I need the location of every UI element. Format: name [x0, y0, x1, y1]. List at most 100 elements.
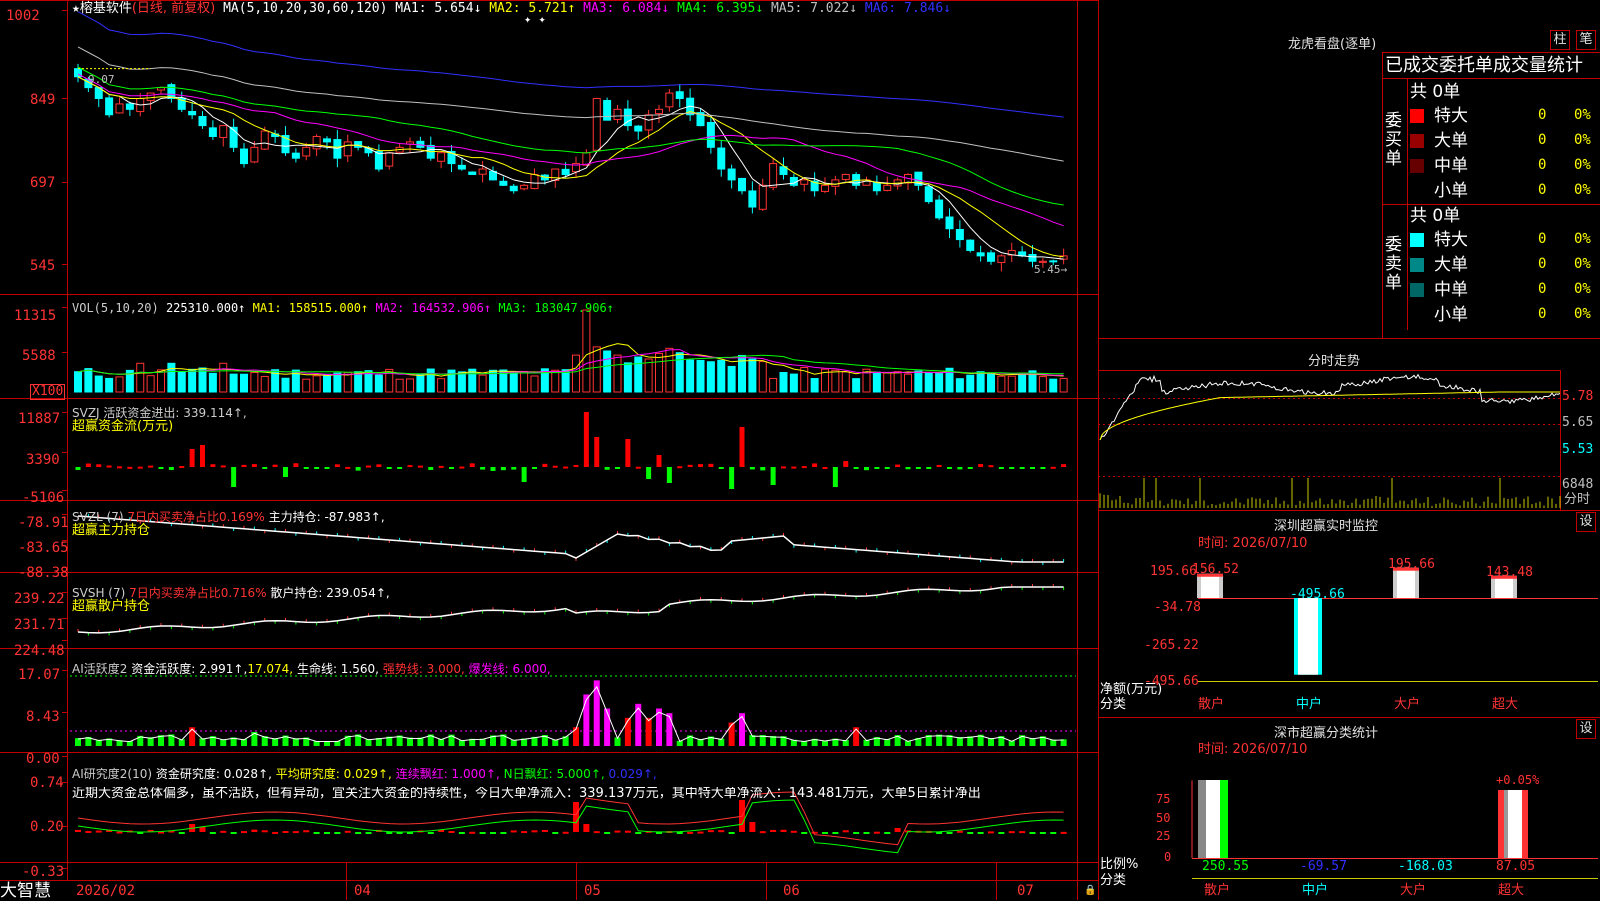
- svzj-bar: [137, 466, 143, 469]
- k-line-chart-canvas[interactable]: [0, 0, 1098, 900]
- volume-bar: [572, 354, 580, 393]
- svzj-bar: [926, 467, 932, 469]
- ai-research-bar: [894, 828, 901, 832]
- buy-side-label: 委买单: [1385, 111, 1402, 169]
- ai1-lifeline: 生命线: 1.560,: [296, 662, 379, 676]
- bar-view-button[interactable]: 柱: [1550, 30, 1570, 50]
- ai-research-bar: [801, 832, 808, 834]
- volume-bar: [94, 375, 103, 393]
- ai-research-bar: [853, 832, 860, 834]
- lock-icon[interactable]: 🔒: [1084, 884, 1096, 898]
- svzj-bar: [376, 464, 382, 467]
- svzj-bar: [635, 466, 641, 469]
- monitor-y-tick: -265.22: [1144, 638, 1199, 653]
- svzj-bar: [656, 455, 662, 467]
- ai-research-bar: [988, 831, 994, 834]
- svzj-bar: [843, 461, 849, 467]
- classify-bar-green: [1220, 780, 1228, 858]
- ma-line: [77, 46, 1064, 162]
- ai-research-bar: [728, 832, 735, 834]
- volume-bar: [997, 375, 1006, 393]
- volume-bar: [457, 371, 466, 393]
- ai-research-bar: [427, 832, 434, 834]
- candle-body: [987, 252, 995, 262]
- ai-activity-bar: [604, 708, 611, 746]
- x-tick: 04: [354, 883, 371, 899]
- order-percent: 0%: [1574, 256, 1591, 272]
- ai-research-bar: [75, 829, 81, 832]
- ai-research-bar: [272, 831, 279, 834]
- ai-activity-bar: [666, 713, 673, 746]
- volume-bar: [644, 358, 653, 393]
- ai2-y-tick: 0.74: [30, 775, 64, 791]
- svzj-y-tick: 3390: [26, 452, 60, 468]
- svzj-y-tick: -5106: [22, 490, 65, 506]
- monitor-settings-button[interactable]: 设: [1576, 512, 1596, 532]
- ai-research-bar: [697, 831, 704, 834]
- svzj-bar: [998, 467, 1004, 469]
- volume-bar: [976, 371, 985, 393]
- classify-category-label: 大户: [1400, 883, 1427, 898]
- x-tick: 07: [1017, 883, 1034, 899]
- monitor-category-label: 超大: [1492, 697, 1519, 712]
- ai-research-bar: [1029, 832, 1036, 834]
- candle-body: [520, 184, 529, 190]
- intraday-tick: 5.65: [1562, 415, 1594, 430]
- monitor-y-tick: 195.66: [1150, 564, 1197, 579]
- candle-body: [748, 190, 757, 208]
- order-size-label: 大单: [1434, 131, 1468, 151]
- volume-bar: [416, 374, 425, 393]
- svzj-bar: [698, 464, 703, 467]
- svzj-bar: [532, 467, 537, 469]
- svzj-bar: [386, 467, 392, 469]
- monitor-title: 深圳超赢实时监控: [1274, 519, 1379, 534]
- svzj-bar: [324, 467, 330, 469]
- candle-body: [955, 228, 964, 241]
- svzj-bar: [469, 463, 475, 467]
- candle-body: [302, 146, 311, 157]
- ai-research-bar: [324, 832, 330, 834]
- ai-activity-bar: [853, 727, 860, 746]
- volume-bar: [914, 370, 923, 393]
- ai1-y-tick: 17.07: [18, 667, 61, 683]
- ai-research-bar: [593, 831, 600, 834]
- classify-bar-red: [1498, 790, 1504, 858]
- svsh-y-tick: 224.48: [14, 643, 65, 659]
- svzl-title: SVZL (7): [72, 510, 124, 524]
- volume-bar: [603, 350, 612, 393]
- candle-body: [343, 141, 352, 157]
- favorite-star-icon[interactable]: ★: [72, 1, 80, 16]
- volume-bar: [146, 375, 155, 393]
- vol-unit-label: X100: [30, 384, 66, 400]
- classify-value-label: 87.05: [1496, 859, 1536, 874]
- volume-bar: [551, 369, 560, 393]
- order-percent: 0%: [1574, 157, 1591, 173]
- svzl-header: SVZL (7) 7日内买卖净占比0.169% 主力持仓: -87.983↑,: [72, 510, 385, 524]
- vol-value: 225310.000↑: [165, 301, 246, 315]
- ai-research-bar: [749, 822, 756, 832]
- svzj-bar: [96, 464, 102, 467]
- ai-activity-bar: [573, 727, 579, 746]
- volume-bar: [748, 358, 757, 393]
- candle-body: [250, 146, 259, 163]
- svzj-bar: [563, 466, 569, 469]
- signal-arrows: ✦ ✦: [524, 12, 546, 26]
- classify-top-label: +0.05%: [1496, 773, 1540, 787]
- volume-bar: [1038, 376, 1047, 393]
- ai-research-bar: [251, 829, 258, 832]
- ai1-title: AI活跃度2: [72, 662, 128, 676]
- svzj-bar: [583, 412, 589, 467]
- candle-body: [592, 97, 601, 151]
- svzj-bar: [957, 467, 963, 470]
- classify-y-label: 比例%: [1100, 857, 1139, 872]
- order-volume: 0: [1538, 107, 1547, 123]
- tick-view-button[interactable]: 笔: [1576, 30, 1596, 50]
- svzj-bar: [666, 467, 672, 483]
- ai-research-bar: [956, 830, 963, 833]
- classify-settings-button[interactable]: 设: [1576, 719, 1596, 739]
- main-chart-area[interactable]: ★榕基软件(日线, 前复权) MA(5,10,20,30,60,120) MA1…: [0, 0, 1098, 900]
- svzj-bar: [573, 465, 579, 468]
- svzj-bar: [428, 467, 434, 470]
- ma-value-3: MA3: 6.084↓: [583, 1, 678, 16]
- ai2-value5: 0.029↑,: [608, 767, 657, 781]
